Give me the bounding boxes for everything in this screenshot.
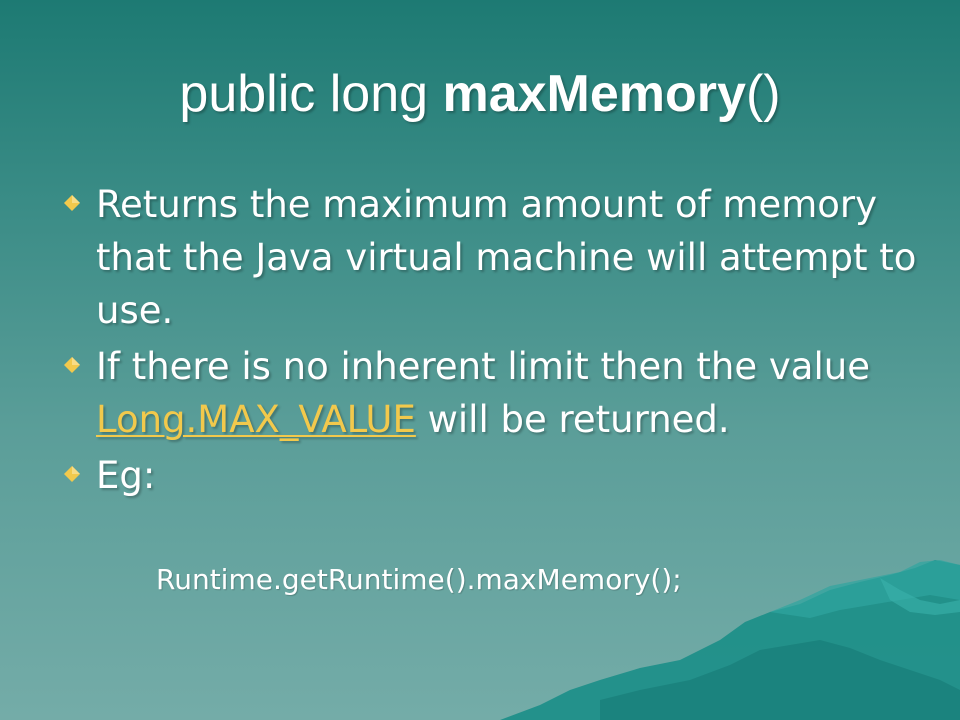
bullet-item-returns: Returns the maximum amount of memory tha… <box>60 178 920 337</box>
bullet-item-example: Eg: <box>60 449 920 502</box>
bullet-list: Returns the maximum amount of memory tha… <box>60 178 920 505</box>
long-max-value-link[interactable]: Long.MAX_VALUE <box>96 398 416 441</box>
bullet-text: Returns the maximum amount of memory tha… <box>96 183 917 332</box>
title-method-name: maxMemory <box>442 65 746 123</box>
title-parentheses: () <box>745 65 781 123</box>
slide-title: public long maxMemory() <box>0 62 960 126</box>
bullet-text-before-link: If there is no inherent limit then the v… <box>96 345 870 388</box>
presentation-slide: public long maxMemory() Returns the maxi… <box>0 0 960 720</box>
bullet-text: Eg: <box>96 454 156 497</box>
code-example: Runtime.getRuntime().maxMemory(); <box>156 563 682 596</box>
diamond-bullet-icon <box>64 466 80 482</box>
title-prefix: public long <box>179 65 443 123</box>
diamond-bullet-icon <box>64 357 80 373</box>
bullet-item-limit: If there is no inherent limit then the v… <box>60 340 920 446</box>
diamond-bullet-icon <box>64 195 80 211</box>
bullet-text-after-link: will be returned. <box>415 398 730 441</box>
